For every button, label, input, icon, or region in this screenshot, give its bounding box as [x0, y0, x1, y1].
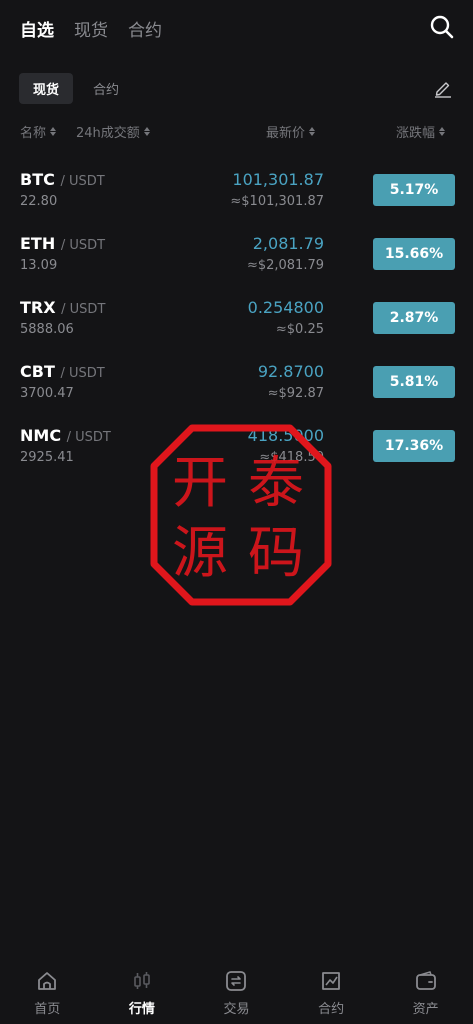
wallet-icon	[415, 970, 436, 990]
svg-text:泰: 泰	[248, 451, 304, 516]
row-volume: 2925.41	[20, 450, 74, 465]
row-price: 101,301.87	[232, 170, 324, 189]
watermark-stamp: 开 泰 源 码	[150, 424, 332, 606]
search-icon[interactable]	[429, 14, 455, 40]
table-row[interactable]: CBT / USDT 3700.47 92.8700 ≈$92.87 5.81%	[0, 358, 473, 422]
row-volume: 5888.06	[20, 322, 74, 337]
nav-home[interactable]: 首页	[0, 962, 95, 1024]
nav-label: 资产	[412, 1001, 439, 1017]
sort-arrows-icon	[143, 127, 150, 136]
svg-text:开: 开	[172, 451, 228, 516]
nav-assets[interactable]: 资产	[378, 962, 473, 1024]
change-badge[interactable]: 5.17%	[373, 174, 455, 206]
nav-label: 行情	[128, 1001, 155, 1017]
row-quote: / USDT	[66, 430, 111, 445]
row-symbol: BTC	[20, 170, 55, 189]
bottom-nav: 首页 行情 交易 合约 资产	[0, 962, 473, 1024]
tab-contract[interactable]: 合约	[128, 16, 162, 41]
nav-market[interactable]: 行情	[95, 962, 190, 1024]
sort-arrows-icon	[309, 127, 316, 136]
table-row[interactable]: BTC / USDT 22.80 101,301.87 ≈$101,301.87…	[0, 166, 473, 230]
edit-icon[interactable]	[433, 78, 453, 98]
nav-label: 首页	[34, 1001, 61, 1017]
row-fiat-price: ≈$0.25	[275, 322, 324, 337]
svg-text:源: 源	[172, 521, 228, 586]
sub-tab-spot[interactable]: 现货	[19, 73, 74, 104]
nav-label: 交易	[223, 1001, 250, 1017]
change-badge[interactable]: 5.81%	[373, 366, 455, 398]
sort-change[interactable]: 涨跌幅	[396, 122, 446, 141]
row-fiat-price: ≈$2,081.79	[246, 258, 324, 273]
sort-arrows-icon	[439, 127, 446, 136]
sort-arrows-icon	[50, 127, 57, 136]
row-quote: / USDT	[60, 238, 106, 253]
top-tabs: 自选 现货 合约	[20, 14, 162, 42]
candlestick-icon	[134, 971, 150, 989]
home-icon	[38, 971, 57, 990]
row-symbol: NMC	[20, 426, 62, 445]
sub-tabs: 现货 合约	[19, 73, 133, 104]
row-price: 92.8700	[257, 362, 324, 381]
tab-favorites[interactable]: 自选	[20, 16, 54, 41]
row-fiat-price: ≈$92.87	[267, 386, 324, 401]
row-volume: 3700.47	[20, 386, 74, 401]
sort-volume[interactable]: 24h成交额	[76, 122, 150, 141]
sort-price[interactable]: 最新价	[266, 122, 316, 141]
table-row[interactable]: TRX / USDT 5888.06 0.254800 ≈$0.25 2.87%	[0, 294, 473, 358]
sort-name[interactable]: 名称	[20, 122, 57, 141]
row-volume: 13.09	[20, 258, 58, 273]
table-row[interactable]: ETH / USDT 13.09 2,081.79 ≈$2,081.79 15.…	[0, 230, 473, 294]
tab-spot[interactable]: 现货	[74, 16, 108, 41]
svg-text:码: 码	[248, 521, 304, 586]
change-badge[interactable]: 15.66%	[373, 238, 455, 270]
row-quote: / USDT	[60, 366, 105, 381]
nav-trade[interactable]: 交易	[189, 962, 284, 1024]
row-symbol: ETH	[20, 234, 56, 253]
row-price: 2,081.79	[252, 234, 324, 253]
column-volume-label: 24h成交额	[76, 126, 140, 141]
row-volume: 22.80	[20, 194, 58, 209]
column-name-label: 名称	[20, 126, 47, 141]
nav-label: 合约	[318, 1001, 345, 1017]
row-price: 0.254800	[247, 298, 324, 317]
chart-icon	[322, 971, 340, 990]
change-badge[interactable]: 17.36%	[373, 430, 455, 462]
sub-tab-contract[interactable]: 合约	[79, 73, 133, 104]
change-badge[interactable]: 2.87%	[373, 302, 455, 334]
nav-contract[interactable]: 合约	[284, 962, 379, 1024]
row-fiat-price: ≈$101,301.87	[230, 194, 324, 209]
row-symbol: TRX	[20, 298, 56, 317]
row-quote: / USDT	[61, 302, 106, 317]
column-change-label: 涨跌幅	[396, 126, 436, 141]
row-quote: / USDT	[60, 174, 105, 189]
exchange-icon	[226, 970, 247, 991]
row-symbol: CBT	[20, 362, 55, 381]
column-price-label: 最新价	[266, 126, 306, 141]
